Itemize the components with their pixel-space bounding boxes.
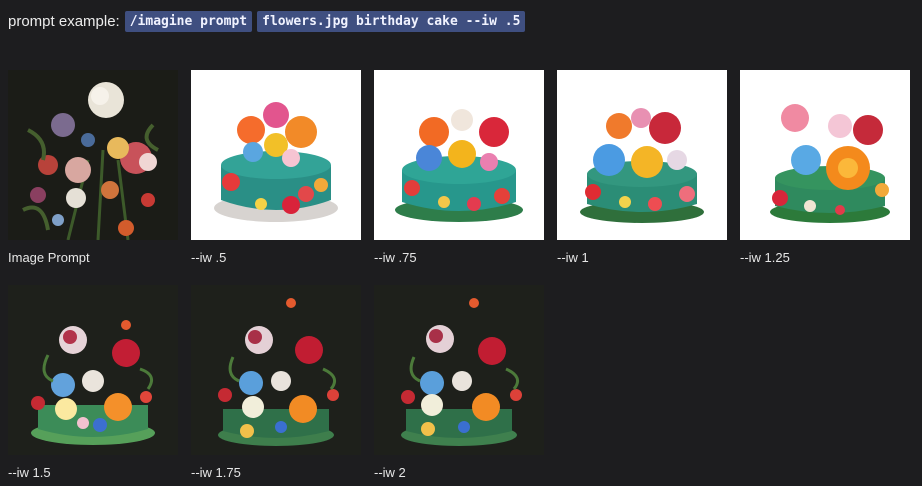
prompt-example-label: prompt example: [8,12,120,30]
flower-painting-image [8,70,178,240]
image-caption: --iw .75 [374,250,417,265]
image-caption: --iw 1.5 [8,465,51,480]
flower-cake-image [374,70,544,240]
image-card-image-prompt: Image Prompt [8,70,178,265]
flower-cake-painting-image [374,285,544,455]
image-caption: --iw .5 [191,250,227,265]
image-card-iw-2: --iw 2 [374,285,544,480]
image-caption: Image Prompt [8,250,90,265]
flower-cake-image [740,70,910,240]
prompt-example-line: prompt example: /imagine prompt flowers.… [8,10,530,32]
flower-cake-painting-image [191,285,361,455]
imagine-command-code: /imagine prompt [124,10,253,32]
image-card-iw-1: --iw 1 [557,70,727,265]
prompt-text-code: flowers.jpg birthday cake --iw .5 [257,10,526,32]
image-card-iw-1-5: --iw 1.5 [8,285,178,480]
image-card-iw-1-25: --iw 1.25 [740,70,910,265]
flower-cake-image [557,70,727,240]
image-caption: --iw 1.25 [740,250,790,265]
flower-cake-image [191,70,361,240]
page: prompt example: /imagine prompt flowers.… [0,0,922,486]
image-caption: --iw 1 [557,250,589,265]
image-caption: --iw 1.75 [191,465,241,480]
image-card-iw-1-75: --iw 1.75 [191,285,361,480]
image-card-iw-0-75: --iw .75 [374,70,544,265]
flower-cake-painting-image [8,285,178,455]
image-card-iw-0-5: --iw .5 [191,70,361,265]
image-caption: --iw 2 [374,465,406,480]
